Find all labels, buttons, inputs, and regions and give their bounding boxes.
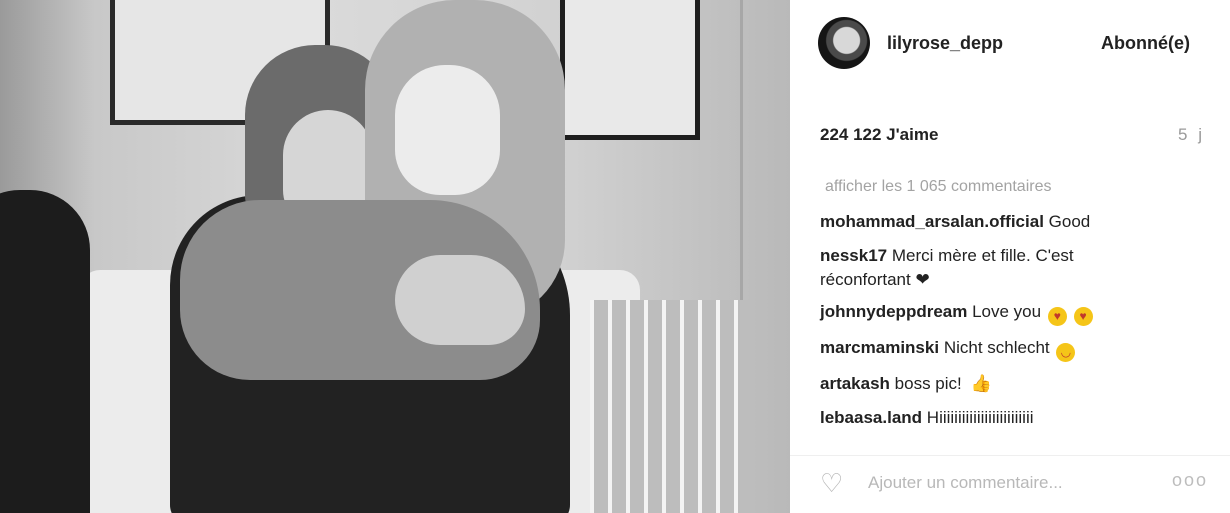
comment-author[interactable]: artakash	[820, 374, 890, 393]
wall-frame	[560, 0, 700, 140]
post-header: lilyrose_depp Abonné(e)	[790, 0, 1230, 90]
comment: johnnydeppdream Love you ♥ ♥	[820, 300, 1150, 326]
comment-list: mohammad_arsalan.official Good nessk17 M…	[820, 210, 1150, 440]
profile-avatar[interactable]	[818, 17, 870, 69]
view-all-comments-link[interactable]: afficher les 1 065 commentaires	[825, 178, 1051, 196]
thumbs-up-emoji-icon: 👍	[970, 374, 992, 393]
heart-eyes-emoji-icon: ♥	[1073, 307, 1093, 326]
likes-count[interactable]: 224 122 J'aime	[820, 125, 938, 145]
comment: nessk17 Merci mère et fille. C'est récon…	[820, 244, 1150, 292]
heart-eyes-emoji-icon: ♥	[1047, 307, 1067, 326]
comment-author[interactable]: marcmaminski	[820, 338, 939, 357]
comment-author[interactable]: mohammad_arsalan.official	[820, 212, 1044, 231]
comment-text: Hiiiiiiiiiiiiiiiiiiiiiiiii	[926, 408, 1034, 427]
add-comment-input[interactable]: Ajouter un commentaire...	[868, 473, 1063, 493]
comment: marcmaminski Nicht schlecht ◡	[820, 336, 1150, 362]
comment-text: Nicht schlecht	[943, 338, 1050, 357]
hand	[395, 255, 525, 345]
comment-author[interactable]: nessk17	[820, 246, 887, 265]
comment-author[interactable]: johnnydeppdream	[820, 302, 967, 321]
more-options-icon[interactable]: ooo	[1172, 470, 1208, 491]
comment: artakash boss pic! 👍	[820, 372, 1150, 396]
post-side-panel: lilyrose_depp Abonné(e) 224 122 J'aime 5…	[790, 0, 1230, 513]
heart-icon[interactable]: ♡	[820, 470, 843, 496]
comment-text: boss pic!	[894, 374, 962, 393]
comment-text: Good	[1048, 212, 1091, 231]
comment-composer: ♡ Ajouter un commentaire... ooo	[790, 455, 1230, 513]
comment-text: Love you	[972, 302, 1042, 321]
comment: lebaasa.land Hiiiiiiiiiiiiiiiiiiiiiiiii	[820, 406, 1150, 430]
bed-rail	[590, 300, 750, 513]
comment-author[interactable]: lebaasa.land	[820, 408, 922, 427]
person-shadow	[0, 190, 90, 513]
post-photo[interactable]	[0, 0, 790, 513]
comment: mohammad_arsalan.official Good	[820, 210, 1150, 234]
follow-button[interactable]: Abonné(e)	[1101, 33, 1190, 54]
username-link[interactable]: lilyrose_depp	[887, 33, 1003, 54]
post-time: 5 j	[1178, 125, 1205, 144]
smile-emoji-icon: ◡	[1056, 343, 1076, 362]
post-meta: 224 122 J'aime 5 j	[820, 125, 1205, 149]
instagram-post: lilyrose_depp Abonné(e) 224 122 J'aime 5…	[0, 0, 1230, 513]
person-face	[395, 65, 500, 195]
